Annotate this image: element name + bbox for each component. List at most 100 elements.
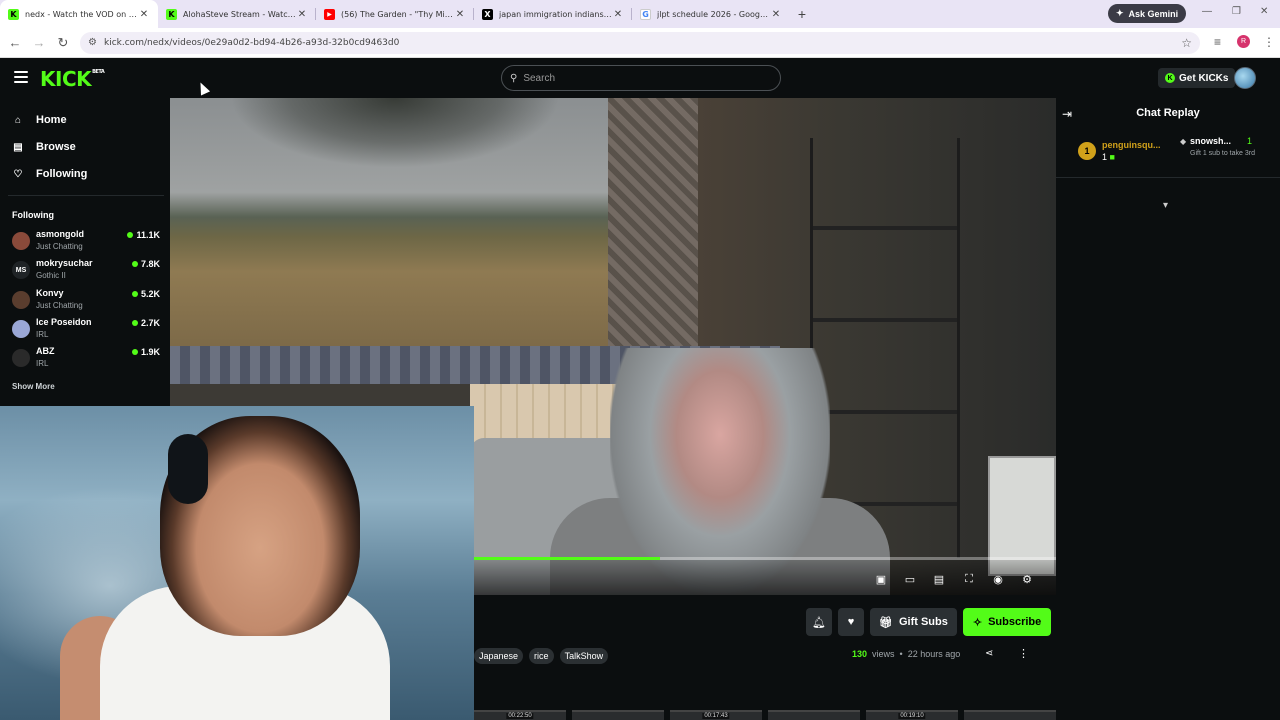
share-icon[interactable]: ⋖ [985,648,993,659]
close-icon[interactable]: ✕ [296,9,308,20]
show-more-link[interactable]: Show More [12,382,55,391]
sidebar-item-label: Following [36,168,88,180]
reload-icon[interactable]: ↻ [51,35,75,51]
settings-icon[interactable]: ⚙ [1020,572,1034,586]
top-gifter[interactable]: 1 penguinsqu... 1 ■ [1078,140,1178,170]
video-thumbnail[interactable]: 00:19:10 [866,710,958,720]
reading-list-icon[interactable]: ≡ [1214,35,1221,49]
video-thumbnail[interactable] [572,710,664,720]
kick-favicon-icon: K [166,8,177,20]
search-input[interactable] [523,72,764,84]
close-icon[interactable]: ✕ [612,9,624,20]
video-thumbnail[interactable] [768,710,860,720]
video-scene-tree [230,98,560,168]
notification-bell-button[interactable]: 🔔︎ [806,608,832,636]
sidebar-item-home[interactable]: ⌂ Home [12,111,67,129]
back-icon[interactable]: ← [3,35,27,50]
second-gifter[interactable]: ◆ snowsh... 1 Gift 1 sub to take 3rd [1180,136,1276,170]
tag[interactable]: rice [529,648,554,664]
rank-medal-icon: 1 [1078,142,1096,160]
video-age: 22 hours ago [907,649,961,659]
tab-title: (56) The Garden - "Thy Mission [341,9,454,19]
url-bar[interactable]: ⚙ kick.com/nedx/videos/0e29a0d2-bd94-4b2… [80,32,1200,54]
thumbnail-duration: 00:22:50 [506,713,534,719]
viewer-count-text: 1.9K [140,347,160,357]
gift-subs-button[interactable]: 🎁︎ Gift Subs [870,608,957,636]
browser-tab[interactable]: K AlohaSteve Stream - Watch Live ✕ [158,0,316,28]
expand-gifters-icon[interactable]: ▾ [1163,200,1168,211]
ask-gemini-label: Ask Gemini [1128,8,1179,19]
tag[interactable]: TalkShow [559,648,609,664]
fullscreen-icon[interactable]: ⛶ [962,572,976,586]
follow-button[interactable]: ♥ [838,608,864,636]
google-favicon-icon: G [640,8,651,20]
minimize-icon[interactable]: — [1202,6,1212,17]
window-close-icon[interactable]: ✕ [1260,6,1268,17]
video-scene-shelf [810,138,960,558]
sidebar-item-browse[interactable]: ▤ Browse [12,138,75,156]
gift-count-text: 1 [1102,152,1108,162]
browser-tab[interactable]: ▶ (56) The Garden - "Thy Mission ✕ [316,0,474,28]
video-thumbnail[interactable]: 00:22:50 [474,710,566,720]
webcam-overlay [0,406,474,720]
tag[interactable]: Japanese [474,648,524,664]
hamburger-menu-icon[interactable] [14,71,28,83]
site-info-icon[interactable]: ⚙ [88,37,97,48]
sidebar-item-label: Home [36,114,67,126]
beta-badge: BETA [92,69,105,75]
browser-tab[interactable]: K nedx - Watch the VOD on Kick ✕ [0,0,158,28]
video-stats: 130 views • 22 hours ago [852,649,960,659]
close-icon[interactable]: ✕ [138,9,150,20]
channel-item[interactable]: Konvy Just Chatting 5.2K [12,288,162,314]
video-thumbnail[interactable] [964,710,1056,720]
viewer-count-text: 7.8K [140,259,160,269]
ask-gemini-button[interactable]: ✦ Ask Gemini [1108,4,1187,23]
badge-icon: ◆ [1180,137,1187,146]
gifter-name: penguinsqu... [1102,140,1161,150]
subscribe-button[interactable]: ✧ Subscribe [962,608,1052,636]
channel-item[interactable]: asmongold Just Chatting 11.1K [12,229,162,255]
heart-icon: ♡ [13,168,23,180]
menu-dots-icon[interactable]: ⋮ [1263,35,1275,49]
channel-item[interactable]: MS mokrysuchar Gothic II 7.8K [12,258,162,284]
profile-avatar[interactable]: R [1237,35,1250,48]
search-bar[interactable]: ⚲ [501,65,781,91]
miniplayer-icon[interactable]: ▣ [874,572,888,586]
get-kicks-button[interactable]: K Get KICKs [1158,68,1236,88]
following-heading: Following [12,210,54,220]
webcam-headset [168,434,208,504]
theater-icon[interactable]: ▭ [903,572,917,586]
channel-name: Ice Poseidon [36,317,92,327]
channel-item[interactable]: ABZ IRL 1.9K [12,346,162,372]
subscribe-label: Subscribe [988,616,1042,628]
address-toolbar: ← → ↻ ⚙ kick.com/nedx/videos/0e29a0d2-bd… [0,28,1280,58]
close-icon[interactable]: ✕ [770,9,782,20]
video-thumbnail[interactable]: 00:17:43 [670,710,762,720]
browser-tab[interactable]: G jlpt schedule 2026 - Google Sea ✕ [632,0,790,28]
chat-title: Chat Replay [1136,107,1200,119]
tab-title: jlpt schedule 2026 - Google Sea [657,9,770,19]
close-icon[interactable]: ✕ [454,9,466,20]
kick-logo[interactable]: KICKBETA [40,67,105,91]
channel-item[interactable]: Ice Poseidon IRL 2.7K [12,317,162,343]
captions-icon[interactable]: ▤ [932,572,946,586]
browser-tab[interactable]: X japan immigration indians - Sea ✕ [474,0,632,28]
browser-tab-strip: K nedx - Watch the VOD on Kick ✕ K Aloha… [0,0,1280,28]
kick-favicon-icon: K [8,8,19,20]
new-tab-button[interactable]: + [790,0,814,28]
tab-title: AlohaSteve Stream - Watch Live [183,9,296,19]
user-avatar[interactable] [1234,67,1256,89]
channel-category: Just Chatting [36,301,83,310]
sidebar-item-following[interactable]: ♡ Following [12,165,88,183]
avatar: MS [12,261,30,279]
channel-category: IRL [36,359,49,368]
forward-icon[interactable]: → [27,35,51,50]
channel-name: mokrysuchar [36,258,93,268]
gift-icon: 🎁︎ [879,616,893,629]
restore-icon[interactable]: ❐ [1232,6,1241,17]
avatar-initials: MS [15,266,27,274]
bookmark-star-icon[interactable]: ☆ [1181,36,1192,50]
autoplay-icon[interactable]: ◉ [991,572,1005,586]
more-options-icon[interactable]: ⋮ [1018,647,1029,660]
avatar [12,291,30,309]
